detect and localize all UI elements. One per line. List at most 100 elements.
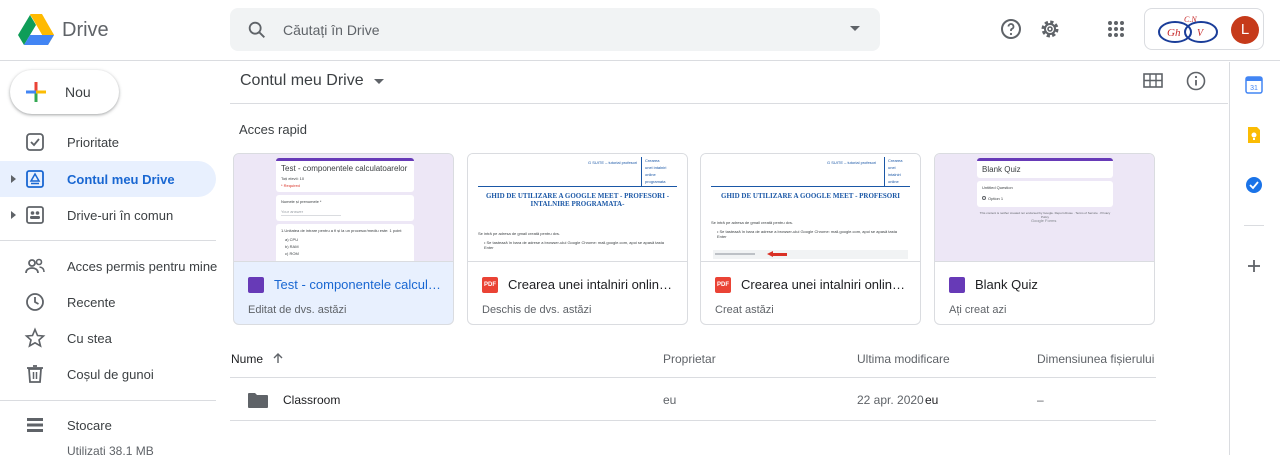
thumb-title: GHID DE UTILIZARE A GOOGLE MEET - PROFES… [721,192,900,200]
side-panel-divider [1244,225,1264,226]
svg-text:Gh: Gh [1167,27,1181,39]
card-subtitle: Editat de dvs. astăzi [248,304,347,316]
thumb-line: Numele și prenumele * [281,199,322,204]
thumb-body-line: Se intră pe adresa de gmail creată pentr… [478,231,561,236]
search-input[interactable]: Căutați în Drive [283,22,379,38]
column-header-last-modified[interactable]: Ultima modificare [857,352,950,366]
thumb-header: G SUITE – tutorial profesori [588,160,638,165]
add-addon-plus-icon[interactable] [1243,255,1265,277]
pdf-file-icon: PDF [715,277,731,293]
trash-icon [27,365,43,383]
avatar[interactable]: L [1231,16,1259,44]
grid-view-icon[interactable] [1143,72,1163,90]
card-title: Crearea unei intalniri online pr... [508,277,676,292]
top-bar: Drive Căutați în Drive Gh V C.N L [0,0,1280,61]
search-options-icon[interactable] [850,26,860,31]
thumb-body-line: • Se tastează în bara de adrese a browse… [717,229,897,239]
column-header-owner[interactable]: Proprietar [663,352,716,366]
file-modified-by: eu [925,393,939,407]
priority-checkbox-icon [26,133,44,151]
sidebar-item-label: Contul meu Drive [67,172,175,187]
new-button[interactable]: Nou [10,70,119,114]
pdf-file-icon: PDF [482,277,498,293]
thumb-line: Untitled Question [982,185,1013,190]
file-name[interactable]: Classroom [283,393,340,407]
file-thumbnail: Test - componentele calculatoarelor Toți… [234,154,453,261]
side-panel-divider [1229,62,1230,455]
card-subtitle: Creat astăzi [715,304,774,316]
card-title: Crearea unei intalniri online c... [741,277,909,292]
sidebar-item-storage[interactable]: Stocare [0,407,216,443]
help-icon[interactable] [999,17,1023,41]
sidebar-item-trash[interactable]: Coșul de gunoi [0,356,216,392]
quick-access-card[interactable]: Test - componentele calculatoarelor Toți… [233,153,454,325]
svg-text:V: V [1197,28,1205,39]
quick-access-card[interactable]: G SUITE – tutorial profesori Crearea une… [700,153,921,325]
my-drive-icon [26,170,44,188]
tasks-icon[interactable] [1243,174,1265,196]
sort-ascending-arrow-icon[interactable] [272,352,284,364]
sidebar-item-starred[interactable]: Cu stea [0,320,216,356]
card-footer: Test - componentele calculatoarelor Edit… [234,261,453,324]
toolbar-divider [230,103,1228,104]
thumb-line: Your answer [281,209,304,214]
svg-text:31: 31 [1250,85,1258,92]
thumb-side-line: online [888,179,899,184]
thumb-side-line: Crearea [888,158,903,163]
folder-icon [248,393,268,408]
account-switcher[interactable]: Gh V C.N L [1144,8,1264,50]
column-header-name[interactable]: Nume [231,352,263,366]
star-icon [24,327,46,348]
sidebar-item-shared-drives[interactable]: Drive-uri în comun [0,197,216,233]
info-icon[interactable] [1185,70,1207,92]
file-owner: eu [663,393,677,407]
google-forms-icon [248,277,264,293]
thumb-side-line: unei intalniri [645,165,667,170]
file-thumbnail: Blank Quiz Untitled Question Option 1 Th… [935,154,1154,261]
keep-icon[interactable] [1243,124,1265,146]
search-icon[interactable] [246,19,268,41]
sidebar-divider [0,400,216,401]
column-header-file-size[interactable]: Dimensiunea fișierului [1037,352,1154,366]
shared-drives-icon [26,206,44,224]
sidebar-item-priority[interactable]: Prioritate [0,124,216,160]
quick-access-card[interactable]: Blank Quiz Untitled Question Option 1 Th… [934,153,1155,325]
card-footer: PDF Crearea unei intalniri online pr... … [468,261,687,324]
app-name[interactable]: Drive [62,19,109,42]
expand-arrow-icon[interactable] [11,175,16,183]
thumb-title: Blank Quiz [982,165,1021,174]
sidebar-item-shared-with-me[interactable]: Acces permis pentru mine [0,248,217,284]
thumb-title: GHID DE UTILIZARE A GOOGLE MEET - PROFES… [485,192,670,208]
plus-icon [26,82,46,102]
thumb-line: 1.Unitatea de intrare pentru a fi și la … [281,228,402,233]
thumb-body-line: Se intră pe adresa de gmail creată pentr… [711,220,794,225]
thumb-line: Toți elevii: 10 [281,176,305,181]
settings-gear-icon[interactable] [1038,17,1062,41]
thumb-side-line: unei [888,165,896,170]
sidebar-item-recent[interactable]: Recente [0,284,216,320]
file-size: – [1037,393,1044,407]
sidebar-item-my-drive[interactable]: Contul meu Drive [0,161,216,197]
sidebar-item-label: Recente [67,295,116,310]
breadcrumb-dropdown-icon[interactable] [374,79,384,84]
file-modified-date: 22 apr. 2020 [857,393,924,407]
card-title: Blank Quiz [975,277,1038,292]
thumb-header: G SUITE – tutorial profesori [827,160,877,165]
table-row[interactable] [230,378,1156,420]
drive-logo-icon[interactable] [18,14,54,46]
sidebar-item-label: Drive-uri în comun [67,208,174,223]
card-subtitle: Deschis de dvs. astăzi [482,304,592,316]
calendar-icon[interactable]: 31 [1243,74,1265,96]
search-bar[interactable]: Căutați în Drive [230,8,880,51]
apps-grid-icon[interactable] [1104,17,1128,41]
svg-text:C.N: C.N [1184,15,1197,24]
thumb-side-line: programata [645,179,666,184]
thumb-side-line: online [645,172,656,177]
breadcrumb[interactable]: Contul meu Drive [240,72,364,90]
sidebar-divider [0,240,216,241]
quick-access-card[interactable]: G SUITE – tutorial profesori Crearea une… [467,153,688,325]
thumb-line: Google Forms [1031,218,1057,223]
card-subtitle: Ați creat azi [949,304,1007,316]
table-row-divider [230,420,1156,421]
expand-arrow-icon[interactable] [11,211,16,219]
